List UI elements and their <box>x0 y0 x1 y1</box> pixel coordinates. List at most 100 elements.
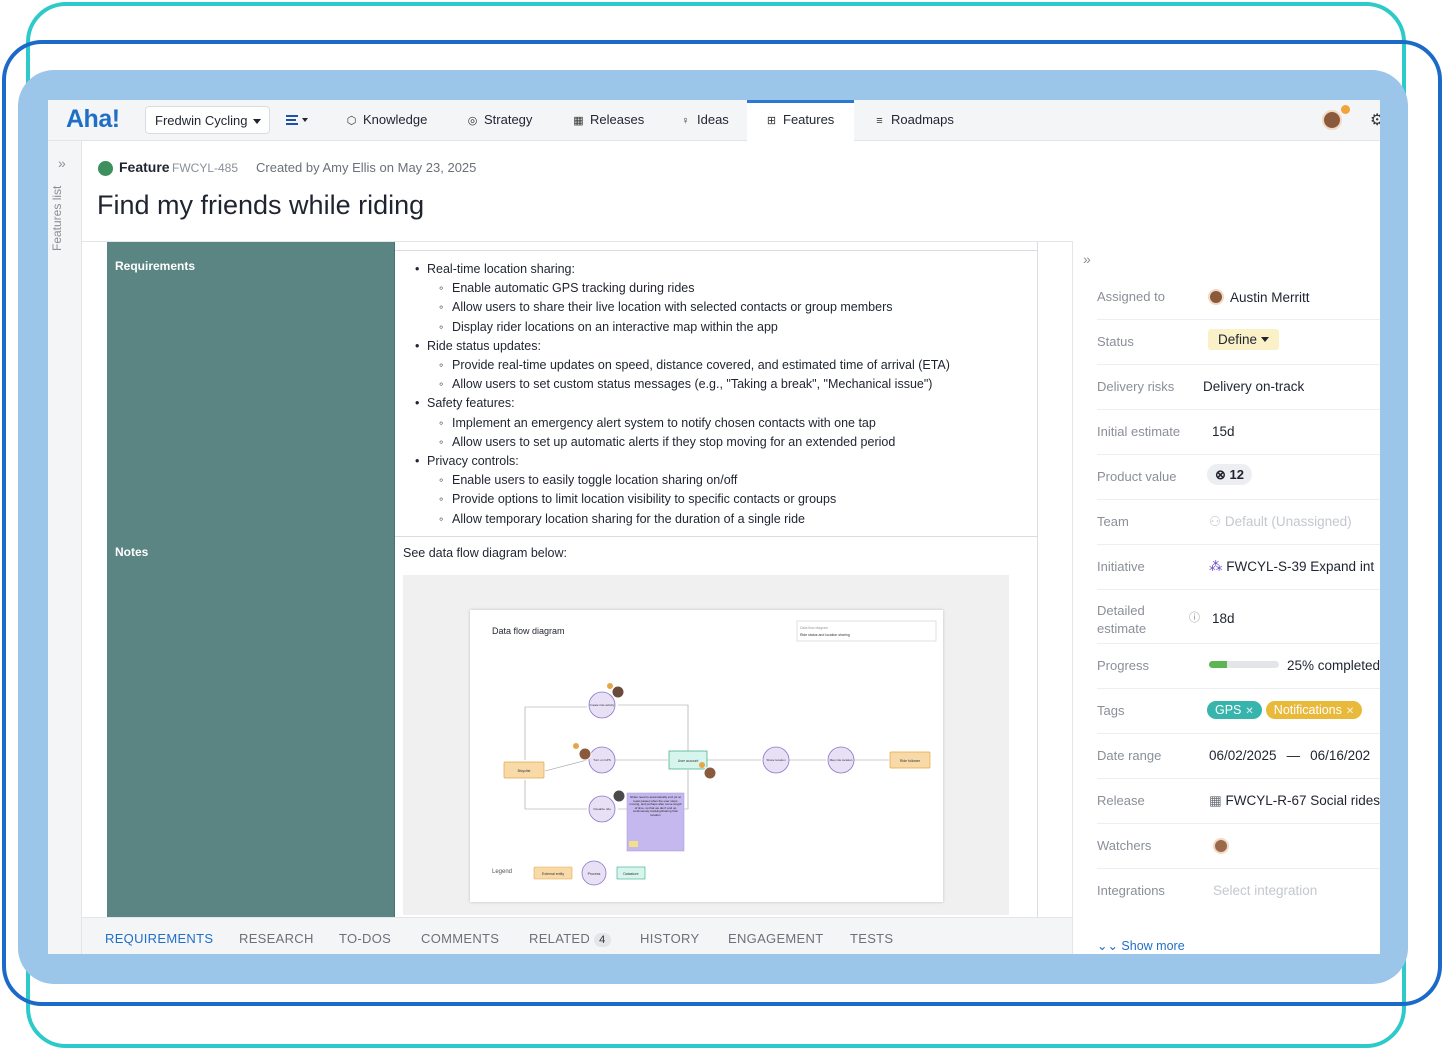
prop-integrations[interactable]: Integrations Select integration <box>1097 869 1380 914</box>
requirements-cell[interactable]: Real-time location sharing: Enable autom… <box>395 251 1038 537</box>
feature-type-label: Feature <box>119 159 170 175</box>
aha-logo[interactable]: Aha! <box>66 105 120 134</box>
list-item: Allow temporary location sharing for the… <box>415 510 950 529</box>
prop-product-value[interactable]: Product value ⊗ 12 <box>1097 455 1380 500</box>
notification-dot <box>1341 105 1350 114</box>
progress-bar <box>1209 661 1279 668</box>
data-flow-diagram[interactable]: Data flow diagram Data flow diagram Ride… <box>470 610 943 902</box>
diagram-legend-datastore-label: Datastore <box>623 872 638 876</box>
nav-knowledge[interactable]: ⬡ Knowledge <box>345 100 428 141</box>
integration-select[interactable]: Select integration <box>1213 883 1317 898</box>
prop-initiative[interactable]: Initiative ⁂ FWCYL-S-39 Expand int <box>1097 545 1380 590</box>
assignee-name: Austin Merritt <box>1230 290 1310 305</box>
prop-value: 25% completed <box>1209 658 1380 673</box>
diagram-avatar <box>703 766 717 780</box>
list-item: Enable automatic GPS tracking during rid… <box>415 279 950 298</box>
list-item: Privacy controls: <box>415 452 950 471</box>
tab-comments[interactable]: COMMENTS <box>421 931 499 946</box>
tag-notifications[interactable]: Notifications ✕ <box>1265 701 1363 719</box>
tag-gps[interactable]: GPS ✕ <box>1207 701 1262 719</box>
prop-label: Product value <box>1097 469 1177 484</box>
diagram-legend-external-label: External entity <box>542 872 564 876</box>
prop-initial-estimate[interactable]: Initial estimate 15d <box>1097 410 1380 455</box>
prop-release[interactable]: Release ▦ FWCYL-R-67 Social rides <box>1097 779 1380 824</box>
workspace-name: Fredwin Cycling <box>155 113 248 128</box>
list-item: Implement an emergency alert system to n… <box>415 414 950 433</box>
list-item: Real-time location sharing: <box>415 260 950 279</box>
table-cell-top-edge <box>395 242 1038 251</box>
prop-status[interactable]: Status Define <box>1097 320 1380 365</box>
nav-releases-label: Releases <box>590 112 645 127</box>
feature-created-by: Created by Amy Ellis on May 23, 2025 <box>256 160 477 175</box>
tab-engagement[interactable]: ENGAGEMENT <box>728 931 823 946</box>
chevron-down-icon <box>1261 337 1270 342</box>
user-avatar[interactable] <box>1322 110 1342 130</box>
show-more-link[interactable]: ⌄⌄ Show more <box>1097 938 1185 953</box>
diagram-create-label: Create ride activity <box>590 703 615 707</box>
feature-title[interactable]: Find my friends while riding <box>97 190 424 221</box>
prop-value: 18d <box>1212 611 1235 626</box>
gear-icon[interactable]: ⚙ <box>1370 110 1380 130</box>
list-item: Provide real-time updates on speed, dist… <box>415 356 950 375</box>
features-list-rail[interactable]: » Features list <box>48 141 82 954</box>
prop-label: Integrations <box>1097 883 1165 898</box>
nav-roadmaps[interactable]: ≡ Roadmaps <box>873 100 954 141</box>
diagram-legend-title: Legend <box>492 869 512 875</box>
team-value: Default (Unassigned) <box>1224 514 1352 529</box>
prop-progress[interactable]: Progress 25% completed <box>1097 644 1380 689</box>
diagram-avatar <box>611 685 625 699</box>
prop-delivery-risks[interactable]: Delivery risks Delivery on-track <box>1097 365 1380 410</box>
diagram-frame: Data flow diagram Data flow diagram Ride… <box>403 575 1009 915</box>
tab-requirements[interactable]: REQUIREMENTS <box>105 931 213 946</box>
help-icon[interactable]: ⓘ <box>1189 609 1200 625</box>
features-list-label: Features list <box>50 185 64 251</box>
date-end[interactable]: 06/16/202 <box>1310 748 1370 763</box>
notes-cell[interactable]: See data flow diagram below: Data flow d… <box>395 537 1038 917</box>
target-icon: ◎ <box>467 115 478 127</box>
prop-label: Progress <box>1097 658 1150 673</box>
prop-assigned-to[interactable]: Assigned to Austin Merritt <box>1097 275 1380 320</box>
grid-icon: ⊞ <box>766 115 777 127</box>
prop-team[interactable]: Team ⚇ Default (Unassigned) <box>1097 500 1380 545</box>
prop-tags[interactable]: Tags GPS ✕ Notifications ✕ <box>1097 689 1380 734</box>
nav-strategy[interactable]: ◎ Strategy <box>466 100 533 141</box>
feature-type-icon <box>98 161 113 176</box>
menu-icon[interactable] <box>286 114 310 128</box>
initiative-icon: ⁂ <box>1209 559 1227 574</box>
diagram-user-account-label: User account <box>678 759 699 763</box>
diagram-gps-label: Turn on GPS <box>593 758 610 762</box>
prop-watchers[interactable]: Watchers <box>1097 824 1380 869</box>
collapse-chevron-icon[interactable]: » <box>1083 251 1091 267</box>
diagram-badge <box>607 683 613 689</box>
tab-todos[interactable]: TO-DOS <box>339 931 391 946</box>
list-item: Ride status updates: <box>415 337 950 356</box>
prop-date-range[interactable]: Date range 06/02/2025 — 06/16/202 <box>1097 734 1380 779</box>
tab-tests[interactable]: TESTS <box>850 931 893 946</box>
progress-fill <box>1209 661 1227 668</box>
diagram-badge <box>573 743 579 749</box>
date-start[interactable]: 06/02/2025 <box>1209 748 1277 763</box>
workspace-selector[interactable]: Fredwin Cycling <box>145 106 270 134</box>
diagram-legend-process-label: Process <box>588 872 601 876</box>
status-dropdown[interactable]: Define <box>1208 329 1280 350</box>
diagram-info-line-1: Data flow diagram <box>800 626 828 630</box>
nav-releases[interactable]: ▦ Releases <box>572 100 644 141</box>
tab-research[interactable]: RESEARCH <box>239 931 314 946</box>
diagram-avatar <box>578 747 592 761</box>
diagram-visualize-label: Visualize ride <box>593 807 611 811</box>
prop-label: Initial estimate <box>1097 424 1181 439</box>
nav-ideas[interactable]: ♀ Ideas <box>679 100 728 141</box>
release-value: FWCYL-R-67 Social rides <box>1225 793 1380 808</box>
feature-ref[interactable]: FWCYL-485 <box>172 161 238 175</box>
progress-text: 25% completed <box>1287 658 1380 673</box>
notes-label: Notes <box>107 537 395 917</box>
nav-features[interactable]: ⊞ Features <box>747 100 854 141</box>
tab-related-label: RELATED <box>529 931 591 946</box>
diagram-title: Data flow diagram <box>492 626 565 636</box>
list-item: Allow users to set custom status message… <box>415 375 950 394</box>
list-item: Allow users to share their live location… <box>415 298 950 317</box>
tab-history[interactable]: HISTORY <box>640 931 699 946</box>
prop-label: Release <box>1097 793 1145 808</box>
tab-related[interactable]: RELATED 4 <box>529 931 611 947</box>
prop-detailed-estimate[interactable]: Detailed estimate ⓘ 18d <box>1097 590 1380 644</box>
